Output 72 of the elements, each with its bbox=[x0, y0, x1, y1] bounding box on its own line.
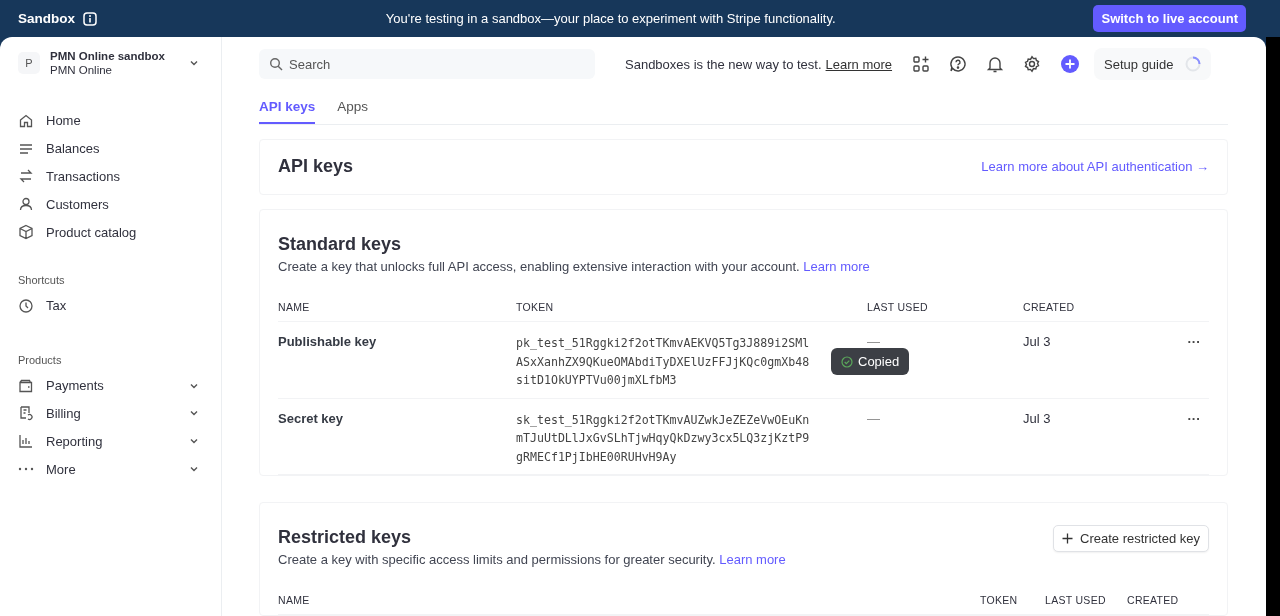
nav-item[interactable]: More bbox=[18, 455, 221, 483]
nav-item[interactable]: Payments bbox=[18, 371, 221, 400]
column-header: LAST USED bbox=[1045, 594, 1107, 606]
section-heading: Standard keys bbox=[278, 234, 403, 255]
account-avatar: P bbox=[18, 52, 40, 74]
column-header: NAME bbox=[278, 594, 311, 606]
learn-more-link[interactable]: Learn more bbox=[803, 259, 870, 274]
arrows-icon bbox=[18, 168, 34, 185]
person-icon bbox=[18, 196, 34, 213]
created-cell-text: Jul 3 bbox=[1023, 410, 1052, 426]
nav-item[interactable]: Product catalog bbox=[18, 218, 221, 246]
sandbox-notice: Sandboxes is the new way to test. bbox=[625, 56, 822, 72]
setup-guide-button[interactable]: Setup guide bbox=[1094, 48, 1212, 80]
page-title: API keys bbox=[278, 156, 354, 177]
column-header: CREATED bbox=[1023, 301, 1076, 313]
sandbox-message: You're testing in a sandbox—your place to experiment with Stripe functionality. bbox=[384, 11, 837, 26]
receipt-icon bbox=[18, 405, 34, 422]
apps-add-icon[interactable] bbox=[912, 55, 931, 73]
nav-item[interactable]: Customers bbox=[18, 190, 221, 219]
bar-chart-icon bbox=[18, 433, 34, 450]
account-switcher[interactable]: P PMN Online sandbox PMN Online bbox=[18, 49, 221, 77]
more-actions-button[interactable]: ··· bbox=[1179, 334, 1209, 349]
search-field[interactable]: Search bbox=[259, 49, 595, 79]
section-title: Shortcuts bbox=[18, 274, 66, 286]
nav-item[interactable]: Billing bbox=[18, 399, 221, 428]
column-header: LAST USED bbox=[867, 301, 929, 313]
last-used-cell-text: — bbox=[867, 410, 881, 426]
column-header: TOKEN bbox=[980, 594, 1019, 606]
plus-icon[interactable] bbox=[1060, 54, 1081, 74]
nav-item[interactable]: Transactions bbox=[18, 162, 221, 191]
nav-item[interactable]: Home bbox=[18, 107, 221, 135]
api-token[interactable]: sk_test_51Rggki2f2otTKmvAUZwkJeZEZeVwOEuKnmTJuUtDLlJxGvSLhTjwHqyQkDzwy3cx5LQ3zjKztP9gRMECf1PjIbHE00RUHvH9Ay bbox=[516, 410, 810, 466]
tab[interactable]: Apps bbox=[337, 93, 369, 124]
key-name: Publishable key bbox=[278, 334, 378, 349]
section-title: Products bbox=[18, 353, 63, 366]
progress-ring-icon bbox=[1185, 56, 1202, 72]
more-actions-button[interactable]: ··· bbox=[1179, 410, 1209, 426]
nav-item[interactable]: Tax bbox=[18, 292, 221, 320]
section-description: Create a key with specific access limits and permissions for greater security. Learn more bbox=[278, 552, 786, 567]
info-icon[interactable] bbox=[83, 11, 97, 26]
switch-live-button[interactable]: Switch to live account bbox=[1093, 5, 1246, 32]
check-circle-icon bbox=[841, 355, 853, 368]
column-header: NAME bbox=[278, 301, 311, 313]
api-auth-link[interactable]: Learn more about API authentication → bbox=[981, 159, 1209, 174]
settings-icon[interactable] bbox=[1023, 55, 1042, 73]
learn-more-link[interactable]: Learn more bbox=[825, 56, 893, 72]
more-icon bbox=[18, 467, 34, 472]
help-icon[interactable] bbox=[949, 55, 968, 73]
clock-icon bbox=[18, 297, 34, 314]
nav-item[interactable]: Balances bbox=[18, 134, 221, 163]
nav-item[interactable]: Reporting bbox=[18, 427, 221, 456]
plus-icon bbox=[1062, 533, 1074, 544]
sandbox-label: Sandbox bbox=[18, 11, 75, 26]
section-heading: Restricted keys bbox=[278, 527, 413, 548]
column-header: CREATED bbox=[1127, 594, 1180, 606]
tab[interactable]: API keys bbox=[259, 93, 316, 124]
account-name: PMN Online sandbox bbox=[50, 49, 166, 63]
key-name: Secret key bbox=[278, 410, 345, 426]
chevron-down-icon bbox=[189, 58, 199, 68]
last-used-cell-text: — bbox=[867, 334, 881, 349]
home-icon bbox=[18, 112, 34, 129]
tooltip-text: Copied bbox=[858, 354, 900, 369]
api-token[interactable]: pk_test_51Rggki2f2otTKmvAEKVQ5Tg3J889i2SMlASxXanhZX9QKueOMAbdiTyDXElUzFFJjKQc0gmXb48sitD1OkUYPTVu00jmXLfbM3 bbox=[516, 334, 810, 390]
wallet-icon bbox=[18, 377, 34, 394]
section-description: Create a key that unlocks full API access, enabling extensive interaction with your account. Learn more bbox=[278, 259, 871, 274]
column-header: TOKEN bbox=[516, 301, 555, 313]
bell-icon[interactable] bbox=[986, 55, 1005, 73]
create-restricted-key-button[interactable]: Create restricted key bbox=[1053, 525, 1209, 552]
created-cell-text: Jul 3 bbox=[1023, 334, 1052, 349]
account-subtitle: PMN Online bbox=[50, 63, 113, 77]
learn-more-link[interactable]: Learn more bbox=[719, 552, 786, 567]
box-icon bbox=[18, 224, 34, 241]
